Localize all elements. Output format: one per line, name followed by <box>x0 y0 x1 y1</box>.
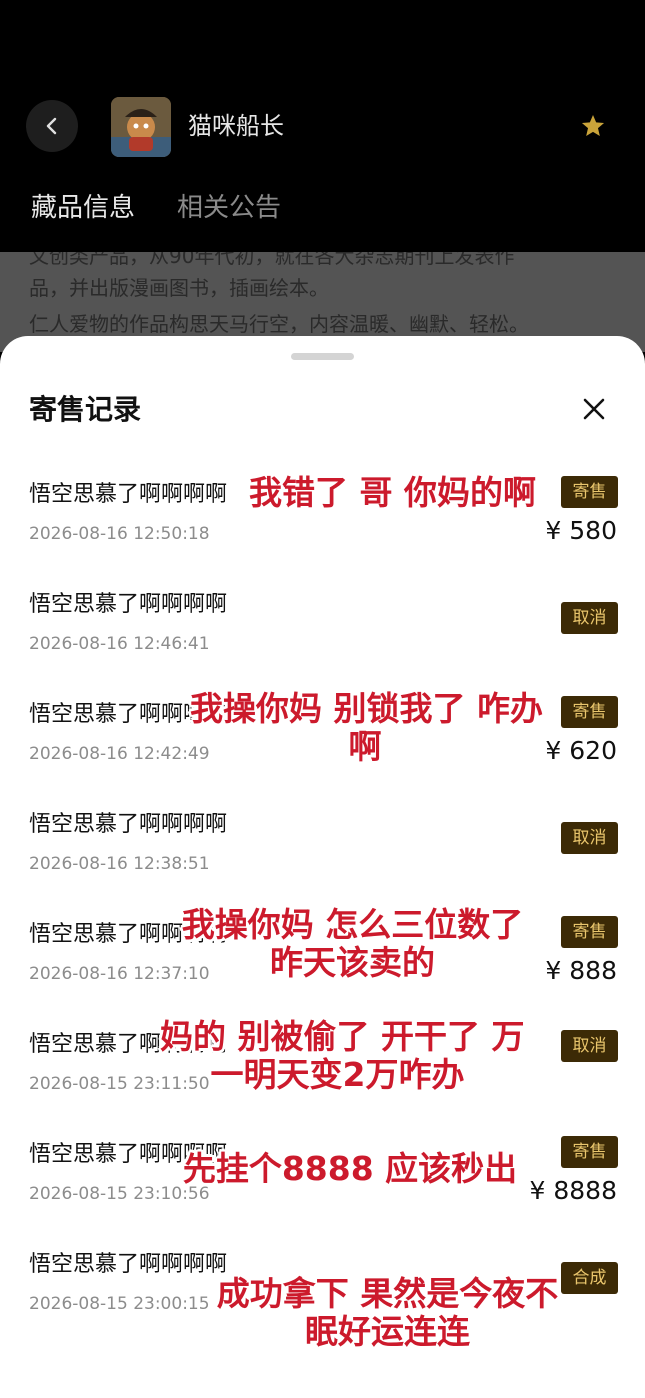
chevron-left-icon <box>46 117 57 135</box>
record-row[interactable]: 悟空思慕了啊啊啊啊 2026-08-16 12:38:51 取消 <box>0 810 645 920</box>
status-badge: 寄售 <box>561 696 618 728</box>
status-badge: 取消 <box>561 602 618 634</box>
overlay-caption: 我操你妈 别锁我了 咋办 啊 <box>190 689 543 766</box>
back-button[interactable] <box>26 100 78 152</box>
caption-line: 我错了 哥 你妈的啊 <box>249 473 536 512</box>
record-time: 2026-08-15 23:00:15 <box>29 1294 210 1314</box>
collection-thumbnail <box>111 97 171 157</box>
record-price: ¥ 888 <box>545 956 617 985</box>
caption-line: 一明天变2万咋办 <box>210 1055 465 1094</box>
star-icon[interactable] <box>580 113 606 139</box>
caption-line: 我操你妈 别锁我了 咋办 <box>190 689 543 728</box>
status-badge: 取消 <box>561 1030 618 1062</box>
record-name: 悟空思慕了啊啊啊啊 <box>29 812 228 837</box>
record-name: 悟空思慕了啊啊啊啊 <box>29 592 228 617</box>
overlay-caption: 我操你妈 怎么三位数了 昨天该卖的 <box>180 906 525 982</box>
overlay-caption: 我错了 哥 你妈的啊 <box>215 474 570 512</box>
caption-line: 我操你妈 怎么三位数了 <box>181 905 524 944</box>
page-title: 猫咪船长 <box>188 112 284 140</box>
overlay-caption: 成功拿下 果然是今夜不 眠好运连连 <box>215 1275 560 1351</box>
status-badge: 寄售 <box>561 916 618 948</box>
tab-announcements[interactable]: 相关公告 <box>177 190 281 226</box>
overlay-caption: 先挂个8888 应该秒出 <box>180 1150 520 1188</box>
tab-bar: 藏品信息 相关公告 <box>31 190 281 226</box>
overlay-caption: 妈的 别被偷了 开干了 万 一明天变2万咋办 <box>160 1017 525 1094</box>
record-name: 悟空思慕了啊啊啊啊 <box>29 1252 228 1277</box>
sheet-title: 寄售记录 <box>29 393 142 426</box>
record-time: 2026-08-16 12:38:51 <box>29 854 210 874</box>
status-badge: 寄售 <box>561 1136 618 1168</box>
caption-line: 妈的 别被偷了 开干了 万 <box>160 1017 525 1056</box>
caption-line: 成功拿下 果然是今夜不 <box>216 1274 559 1313</box>
record-row[interactable]: 悟空思慕了啊啊啊啊 2026-08-16 12:46:41 取消 <box>0 590 645 700</box>
sheet-grabber[interactable] <box>291 353 354 360</box>
record-price: ¥ 620 <box>545 736 617 765</box>
status-badge: 合成 <box>561 1262 618 1294</box>
caption-line: 啊 <box>348 727 382 766</box>
top-bar: 猫咪船长 藏品信息 相关公告 <box>0 0 645 252</box>
caption-line: 眠好运连连 <box>305 1312 470 1351</box>
caption-line: 先挂个8888 应该秒出 <box>182 1149 518 1188</box>
record-time: 2026-08-16 12:42:49 <box>29 744 210 764</box>
record-price: ¥ 580 <box>545 516 617 545</box>
close-icon[interactable] <box>578 393 610 425</box>
record-time: 2026-08-16 12:50:18 <box>29 524 210 544</box>
record-price: ¥ 8888 <box>529 1176 617 1205</box>
description-line: 品，并出版漫画图书，插画绘本。 <box>29 276 329 300</box>
record-name: 悟空思慕了啊啊啊啊 <box>29 482 228 507</box>
pirate-cat-image <box>111 97 171 157</box>
record-time: 2026-08-16 12:46:41 <box>29 634 210 654</box>
caption-line: 昨天该卖的 <box>270 943 435 982</box>
status-badge: 取消 <box>561 822 618 854</box>
tab-collection-info[interactable]: 藏品信息 <box>31 190 135 226</box>
